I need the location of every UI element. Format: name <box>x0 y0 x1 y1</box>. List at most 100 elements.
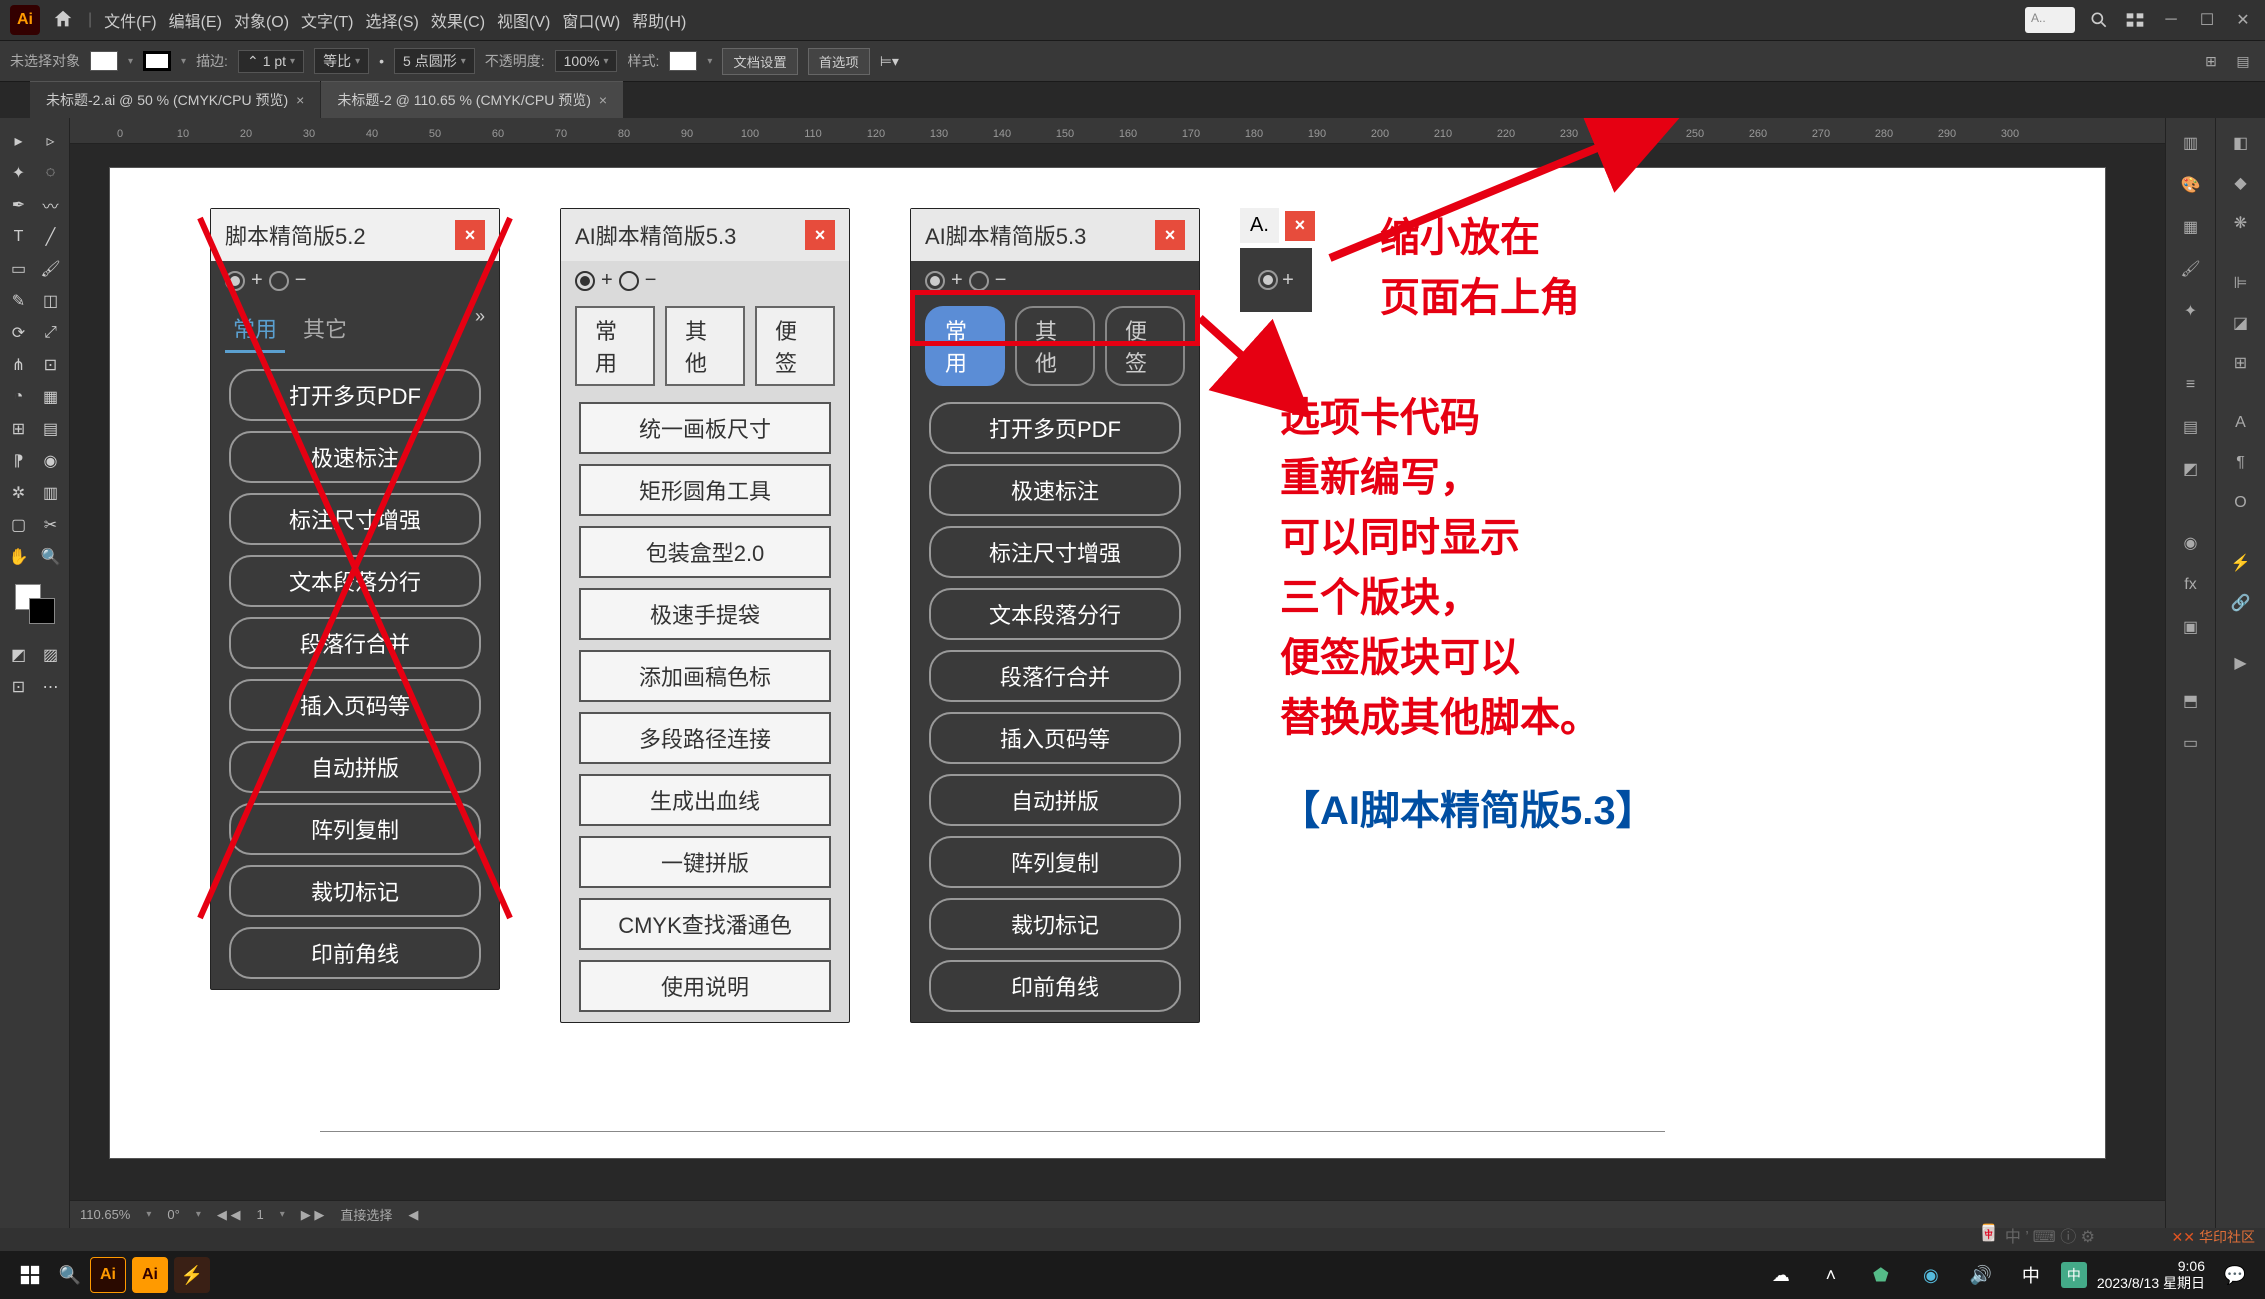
brush-tool[interactable]: 🖌 <box>36 254 66 284</box>
document-tab-1[interactable]: 未标题-2.ai @ 50 % (CMYK/CPU 预览) × <box>30 81 320 118</box>
width-tool[interactable]: ⋔ <box>4 350 34 380</box>
rotate-value[interactable]: 0° <box>167 1207 179 1222</box>
zoom-tool[interactable]: 🔍 <box>36 542 66 572</box>
canvas-area[interactable]: 0102030405060708090100110120130140150160… <box>70 118 2165 1228</box>
script-button[interactable]: 文本段落分行 <box>929 588 1181 640</box>
tray-weather-icon[interactable]: ☁ <box>1761 1255 1801 1295</box>
color-swatches[interactable] <box>15 584 55 624</box>
style-swatch[interactable] <box>669 51 697 71</box>
properties-icon[interactable]: ▥ <box>2176 128 2206 158</box>
artboard-nav[interactable]: ◀ ◀ <box>217 1207 241 1223</box>
script-button[interactable]: 极速标注 <box>229 431 481 483</box>
screen-mode-icon[interactable]: ⊡ <box>4 672 34 702</box>
script-button[interactable]: 裁切标记 <box>229 865 481 917</box>
zoom-level[interactable]: 110.65% <box>80 1207 130 1222</box>
menu-object[interactable]: 对象(O) <box>234 8 289 32</box>
graphic-styles-icon[interactable]: fx <box>2176 570 2206 600</box>
type-tool[interactable]: T <box>4 222 34 252</box>
script-button[interactable]: 标注尺寸增强 <box>229 493 481 545</box>
magic-wand-tool[interactable]: ✦ <box>4 158 34 188</box>
arrange-icon[interactable] <box>2123 8 2147 32</box>
blend-tool[interactable]: ◉ <box>36 446 66 476</box>
panel-close-button[interactable]: × <box>1285 211 1315 241</box>
rotate-tool[interactable]: ⟳ <box>4 318 34 348</box>
eyedropper-tool[interactable]: ⁋ <box>4 446 34 476</box>
panel-close-button[interactable]: × <box>1155 220 1185 250</box>
maximize-icon[interactable]: ☐ <box>2195 8 2219 32</box>
search-icon[interactable] <box>2087 8 2111 32</box>
align-icon[interactable]: ⊨▾ <box>880 53 899 70</box>
panel-close-button[interactable]: × <box>805 220 835 250</box>
color-guide-icon[interactable]: ◆ <box>2226 168 2256 198</box>
artboard[interactable]: 脚本精简版5.2 × + − 常用 其它 » 打开多页PDF极速标注标注尺寸增强… <box>110 168 2105 1158</box>
script-button[interactable]: 印前角线 <box>929 960 1181 1012</box>
gradient-tool[interactable]: ▤ <box>36 414 66 444</box>
notifications-icon[interactable]: 💬 <box>2215 1255 2255 1295</box>
tray-ime1-icon[interactable]: 中 <box>2011 1255 2051 1295</box>
clock[interactable]: 9:06 2023/8/13 星期日 <box>2097 1258 2205 1292</box>
menu-effect[interactable]: 效果(C) <box>431 8 485 32</box>
taskbar-app-icon[interactable]: ⚡ <box>174 1257 210 1293</box>
tab-common[interactable]: 常用 <box>575 306 655 386</box>
tab-close-icon[interactable]: × <box>599 92 607 108</box>
start-button[interactable] <box>10 1255 50 1295</box>
tray-up-icon[interactable]: ˄ <box>1811 1255 1851 1295</box>
radio-unselected[interactable] <box>619 271 639 291</box>
tab-other[interactable]: 其他 <box>665 306 745 386</box>
home-icon[interactable] <box>52 8 76 32</box>
script-button[interactable]: 插入页码等 <box>229 679 481 731</box>
script-button[interactable]: 极速标注 <box>929 464 1181 516</box>
search-box[interactable]: A.. <box>2025 7 2075 33</box>
radio-selected[interactable] <box>225 271 245 291</box>
script-button[interactable]: 文本段落分行 <box>229 555 481 607</box>
artboards-icon[interactable]: ▭ <box>2176 728 2206 758</box>
layers-icon[interactable]: ▣ <box>2176 612 2206 642</box>
menu-text[interactable]: 文字(T) <box>301 8 353 32</box>
artboard-nav-next[interactable]: ▶ ▶ <box>301 1207 325 1223</box>
tab-notes[interactable]: 便签 <box>755 306 835 386</box>
menu-help[interactable]: 帮助(H) <box>632 8 686 32</box>
panel-collapse-icon[interactable]: ▤ <box>2231 49 2255 73</box>
opacity-dropdown[interactable]: 100%▾ <box>555 50 618 72</box>
ime-lang[interactable]: 中 ’ ⌨ ⓘ ⚙ <box>2005 1223 2095 1247</box>
character-icon[interactable]: A <box>2226 408 2256 438</box>
tab-common[interactable]: 常用 <box>225 306 285 353</box>
shape-builder-tool[interactable]: ◔ <box>4 382 34 412</box>
tray-volume-icon[interactable]: 🔊 <box>1961 1255 2001 1295</box>
panel-close-button[interactable]: × <box>455 220 485 250</box>
uniform-dropdown[interactable]: 等比▾ <box>314 48 369 74</box>
appearance-icon[interactable]: ◉ <box>2176 528 2206 558</box>
color-mode-icon[interactable]: ◩ <box>4 640 34 670</box>
radio-selected[interactable] <box>925 271 945 291</box>
stroke-swatch[interactable] <box>143 51 171 71</box>
script-button[interactable]: 统一画板尺寸 <box>579 402 831 454</box>
direct-selection-tool[interactable]: ▹ <box>36 126 66 156</box>
menu-edit[interactable]: 编辑(E) <box>169 8 222 32</box>
scale-tool[interactable]: ⤢ <box>36 318 66 348</box>
tab-other[interactable]: 其它 <box>295 306 355 353</box>
align-icon[interactable]: ⊫ <box>2226 268 2256 298</box>
script-button[interactable]: 打开多页PDF <box>929 402 1181 454</box>
script-button[interactable]: 打开多页PDF <box>229 369 481 421</box>
free-transform-tool[interactable]: ⊡ <box>36 350 66 380</box>
radio-selected[interactable] <box>1258 270 1278 290</box>
script-button[interactable]: 裁切标记 <box>929 898 1181 950</box>
script-button[interactable]: 生成出血线 <box>579 774 831 826</box>
opentype-icon[interactable]: O <box>2226 488 2256 518</box>
script-button[interactable]: 插入页码等 <box>929 712 1181 764</box>
transform-icon[interactable]: ⊞ <box>2226 348 2256 378</box>
actions-icon[interactable]: ⚡ <box>2226 548 2256 578</box>
symbol-sprayer-tool[interactable]: ✲ <box>4 478 34 508</box>
fill-swatch[interactable] <box>90 51 118 71</box>
links-icon[interactable]: 🔗 <box>2226 588 2256 618</box>
asset-export-icon[interactable]: ⬒ <box>2176 686 2206 716</box>
mini-panel-body[interactable]: + <box>1240 248 1312 312</box>
tray-shield-icon[interactable]: ⬟ <box>1861 1255 1901 1295</box>
taskbar-ai-2[interactable]: Ai <box>132 1257 168 1293</box>
color-themes-icon[interactable]: ❋ <box>2226 208 2256 238</box>
radio-selected[interactable] <box>575 271 595 291</box>
lasso-tool[interactable]: ◌ <box>36 158 66 188</box>
stroke-color-swatch[interactable] <box>29 598 55 624</box>
scroll-left-icon[interactable]: ◀ <box>408 1207 418 1223</box>
artboard-tool[interactable]: ▢ <box>4 510 34 540</box>
